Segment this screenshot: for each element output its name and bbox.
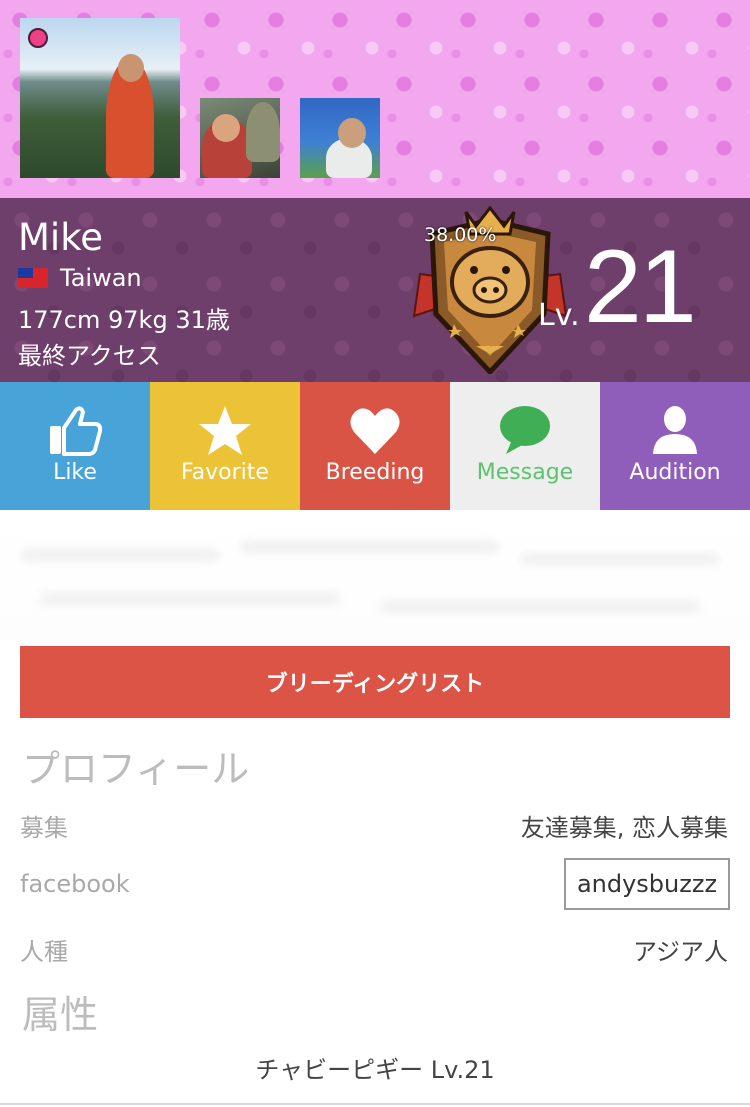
recruitment-label: 募集 (20, 814, 68, 842)
user-info-band: Mike Taiwan 177cm 97kg 31歳 最終アクセス 38.00%… (0, 198, 750, 382)
audition-label: Audition (629, 460, 721, 485)
divider (0, 1103, 750, 1105)
star-icon (199, 406, 251, 455)
profile-photo-thumb-2[interactable] (300, 98, 380, 178)
last-access: 最終アクセス (18, 342, 161, 370)
facebook-link[interactable]: andysbuzzz (564, 858, 730, 910)
heart-icon (350, 408, 400, 454)
taiwan-flag-icon (18, 268, 48, 288)
level-progress-text: 38.00% (424, 224, 497, 246)
level-number: 21 (584, 229, 697, 345)
profile-section-title: プロフィール (22, 747, 250, 791)
message-button[interactable]: Message (450, 382, 600, 510)
attribute-value: チャビーピギー Lv.21 (255, 1056, 495, 1084)
race-value: アジア人 (632, 938, 728, 966)
favorite-label: Favorite (181, 460, 269, 485)
level-label: Lv. (538, 298, 580, 333)
attributes-section-title: 属性 (22, 993, 99, 1037)
blurred-content (0, 510, 750, 640)
like-label: Like (53, 460, 97, 485)
user-stats: 177cm 97kg 31歳 (18, 306, 230, 334)
breeding-list-button[interactable]: ブリーディングリスト (20, 646, 730, 718)
action-bar: Like Favorite Breeding Message Audition (0, 382, 750, 510)
breeding-label: Breeding (325, 460, 425, 485)
like-button[interactable]: Like (0, 382, 150, 510)
favorite-button[interactable]: Favorite (150, 382, 300, 510)
profile-photo-thumb-1[interactable] (200, 98, 280, 178)
country-name: Taiwan (60, 264, 142, 292)
race-label: 人種 (20, 938, 68, 966)
chat-bubble-icon (500, 406, 550, 454)
user-name: Mike (18, 216, 104, 259)
facebook-label: facebook (20, 870, 130, 898)
online-status-dot (28, 28, 48, 48)
audition-button[interactable]: Audition (600, 382, 750, 510)
breeding-button[interactable]: Breeding (300, 382, 450, 510)
photo-header (0, 0, 750, 198)
message-label: Message (476, 460, 574, 485)
person-icon (653, 406, 697, 454)
thumbs-up-icon (50, 406, 102, 456)
recruitment-value: 友達募集, 恋人募集 (520, 814, 728, 842)
country-row: Taiwan (18, 264, 142, 292)
